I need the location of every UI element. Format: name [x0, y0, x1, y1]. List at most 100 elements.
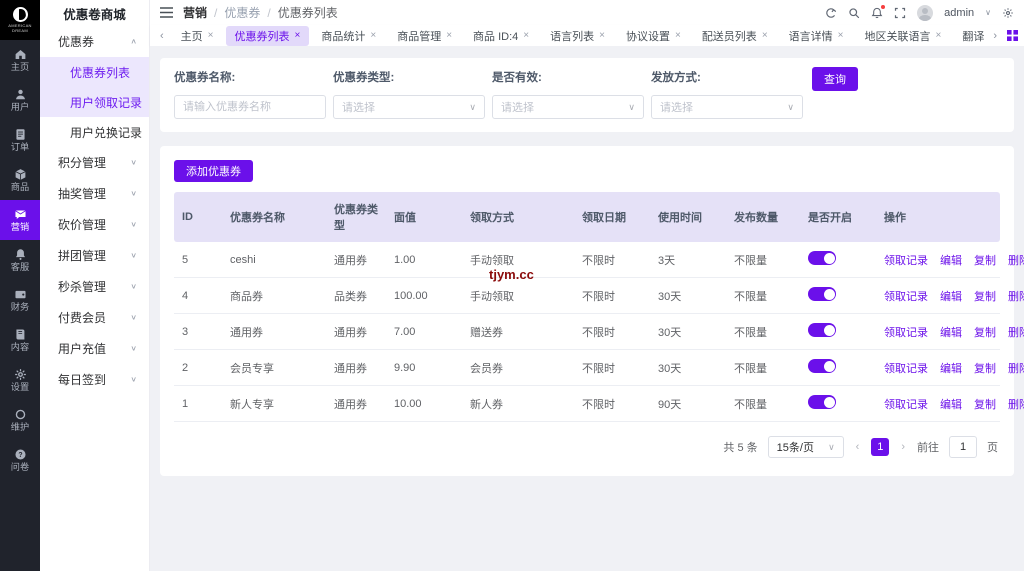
close-icon[interactable]: ×: [675, 30, 681, 41]
delete-link[interactable]: 删除: [1008, 288, 1024, 304]
close-icon[interactable]: ×: [936, 30, 942, 41]
sidebar-group-recharge[interactable]: 用户充值 ∨: [40, 333, 149, 364]
tabs-scroll-right-icon[interactable]: ›: [989, 30, 1001, 42]
copy-link[interactable]: 复制: [974, 252, 996, 268]
close-icon[interactable]: ×: [838, 30, 844, 41]
filter-valid: 是否有效: 请选择 ∨: [492, 69, 651, 119]
copy-link[interactable]: 复制: [974, 288, 996, 304]
close-icon[interactable]: ×: [208, 30, 214, 41]
tab-options-grid-icon[interactable]: [1007, 30, 1018, 41]
enabled-toggle[interactable]: [808, 251, 836, 265]
rail-item-finance[interactable]: 财务: [0, 280, 40, 320]
edit-link[interactable]: 编辑: [940, 324, 962, 340]
close-icon[interactable]: ×: [599, 30, 605, 41]
close-icon[interactable]: ×: [523, 30, 529, 41]
coupon-type-select[interactable]: 请选择 ∨: [333, 95, 485, 119]
next-page-icon[interactable]: ›: [899, 441, 907, 453]
tab-home[interactable]: 主页 ×: [172, 26, 223, 46]
tab-goods-id4[interactable]: 商品 ID:4 ×: [464, 26, 538, 46]
chevron-down-icon: ∨: [130, 158, 137, 167]
edit-link[interactable]: 编辑: [940, 288, 962, 304]
tab-goods-manage[interactable]: 商品管理 ×: [388, 26, 461, 46]
sidebar-group-paid-member[interactable]: 付费会员 ∨: [40, 302, 149, 333]
delete-link[interactable]: 删除: [1008, 324, 1024, 340]
delete-link[interactable]: 删除: [1008, 360, 1024, 376]
method-select[interactable]: 请选择 ∨: [651, 95, 803, 119]
rail-item-marketing[interactable]: 营销: [0, 200, 40, 240]
col-date: 领取日期: [576, 192, 652, 242]
edit-link[interactable]: 编辑: [940, 360, 962, 376]
sidebar-item-user-redeem-records[interactable]: 用户兑换记录: [40, 117, 149, 147]
sidebar-group-lottery[interactable]: 抽奖管理 ∨: [40, 178, 149, 209]
search-button[interactable]: 查询: [812, 67, 858, 91]
rail-item-content[interactable]: 内容: [0, 320, 40, 360]
bell-icon[interactable]: [871, 4, 886, 19]
sidebar-item-user-claim-records[interactable]: 用户领取记录: [40, 87, 149, 117]
rail-item-settings[interactable]: 设置: [0, 360, 40, 400]
sidebar-group-points[interactable]: 积分管理 ∨: [40, 147, 149, 178]
goto-page-input[interactable]: [949, 436, 977, 458]
edit-link[interactable]: 编辑: [940, 396, 962, 412]
claim-records-link[interactable]: 领取记录: [884, 252, 928, 268]
sidebar-group-bargain[interactable]: 砍价管理 ∨: [40, 209, 149, 240]
edit-link[interactable]: 编辑: [940, 252, 962, 268]
logo-text: AMERICAN DREAM: [8, 23, 32, 33]
rail-item-survey[interactable]: ? 问卷: [0, 440, 40, 480]
sidebar-group-daily-checkin[interactable]: 每日签到 ∨: [40, 364, 149, 395]
sidebar-group-groupbuy[interactable]: 拼团管理 ∨: [40, 240, 149, 271]
avatar[interactable]: [917, 4, 934, 21]
tab-region-language[interactable]: 地区关联语言 ×: [856, 26, 951, 46]
close-icon[interactable]: ×: [295, 30, 301, 41]
tab-language-list[interactable]: 语言列表 ×: [541, 26, 614, 46]
enabled-toggle[interactable]: [808, 395, 836, 409]
close-icon[interactable]: ×: [370, 30, 376, 41]
hamburger-menu-icon[interactable]: [160, 7, 173, 18]
search-icon[interactable]: [848, 7, 860, 19]
tab-translation-config[interactable]: 翻译配置×: [953, 26, 985, 46]
delete-link[interactable]: 删除: [1008, 252, 1024, 268]
breadcrumb-mid[interactable]: 优惠券: [224, 4, 260, 21]
sidebar-group-coupon[interactable]: 优惠券 ∧: [40, 26, 149, 57]
tab-language-detail[interactable]: 语言详情 ×: [780, 26, 853, 46]
user-menu[interactable]: admin: [944, 7, 974, 19]
claim-records-link[interactable]: 领取记录: [884, 396, 928, 412]
enabled-toggle[interactable]: [808, 287, 836, 301]
page-size-select[interactable]: 15条/页 ∨: [767, 436, 844, 458]
claim-records-link[interactable]: 领取记录: [884, 360, 928, 376]
rail-item-order[interactable]: 订单: [0, 120, 40, 160]
copy-link[interactable]: 复制: [974, 360, 996, 376]
page-number[interactable]: 1: [871, 438, 890, 456]
refresh-icon[interactable]: [825, 7, 837, 19]
tab-courier-list[interactable]: 配送员列表 ×: [693, 26, 777, 46]
sidebar-item-coupon-list[interactable]: 优惠券列表: [40, 57, 149, 87]
prev-page-icon[interactable]: ‹: [854, 441, 862, 453]
sidebar-group-flashsale[interactable]: 秒杀管理 ∨: [40, 271, 149, 302]
claim-records-link[interactable]: 领取记录: [884, 324, 928, 340]
app-logo[interactable]: AMERICAN DREAM: [0, 0, 40, 40]
close-icon[interactable]: ×: [446, 30, 452, 41]
breadcrumb-root[interactable]: 营销: [183, 4, 207, 21]
copy-link[interactable]: 复制: [974, 324, 996, 340]
enabled-toggle[interactable]: [808, 323, 836, 337]
claim-records-link[interactable]: 领取记录: [884, 288, 928, 304]
tab-agreement-settings[interactable]: 协议设置 ×: [617, 26, 690, 46]
delete-link[interactable]: 删除: [1008, 396, 1024, 412]
tab-goods-stats[interactable]: 商品统计 ×: [312, 26, 385, 46]
tabs-scroll-left-icon[interactable]: ‹: [156, 30, 168, 42]
rail-item-home[interactable]: 主页: [0, 40, 40, 80]
rail-item-service[interactable]: 客服: [0, 240, 40, 280]
settings-gear-icon[interactable]: [1002, 7, 1014, 19]
rail-item-goods[interactable]: 商品: [0, 160, 40, 200]
chevron-down-icon[interactable]: ∨: [985, 8, 991, 17]
enabled-toggle[interactable]: [808, 359, 836, 373]
tab-coupon-list[interactable]: 优惠券列表 ×: [225, 25, 310, 46]
rail-item-user[interactable]: 用户: [0, 80, 40, 120]
copy-link[interactable]: 复制: [974, 396, 996, 412]
rail-item-maintenance[interactable]: 维护: [0, 400, 40, 440]
top-navbar: 营销 / 优惠券 / 优惠券列表 admin ∨: [150, 0, 1024, 25]
coupon-name-input[interactable]: [174, 95, 326, 119]
fullscreen-icon[interactable]: [894, 7, 906, 19]
valid-select[interactable]: 请选择 ∨: [492, 95, 644, 119]
close-icon[interactable]: ×: [762, 30, 768, 41]
add-coupon-button[interactable]: 添加优惠券: [174, 160, 253, 182]
